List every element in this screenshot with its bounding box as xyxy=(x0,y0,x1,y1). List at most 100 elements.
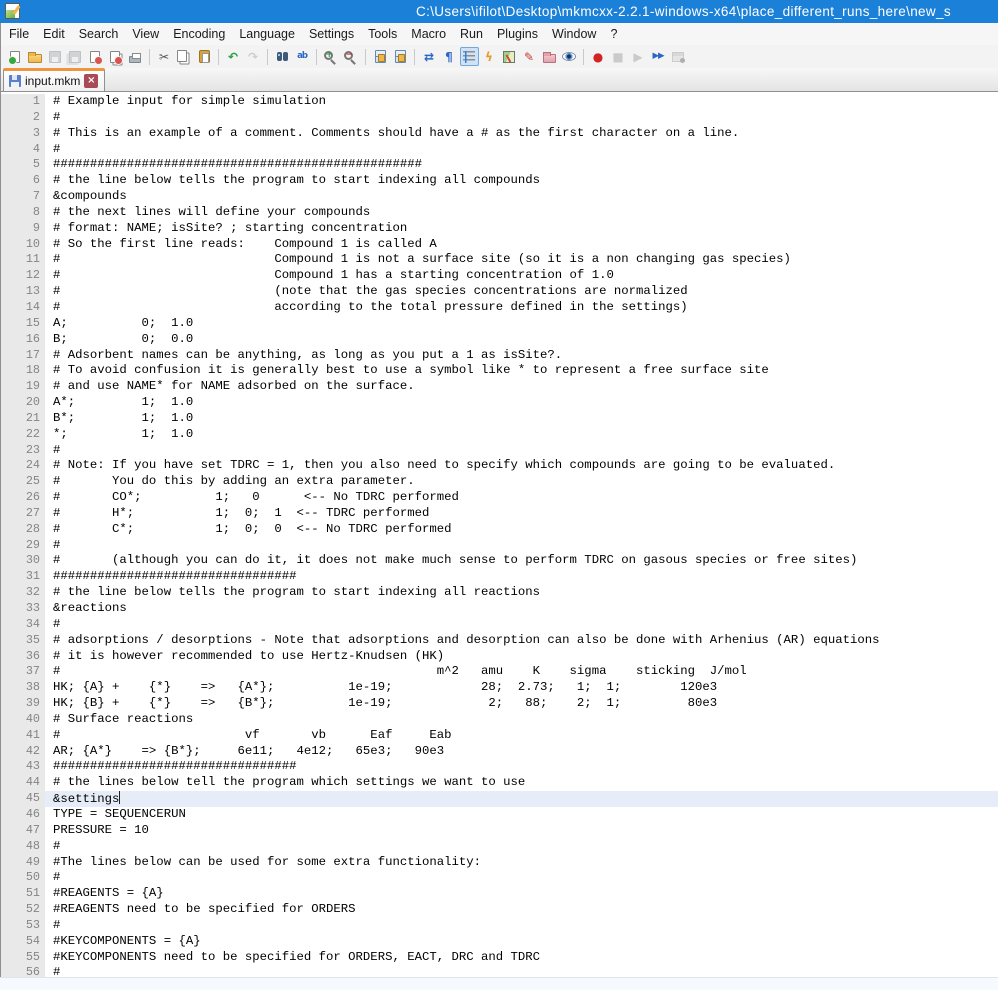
close-all-icon[interactable] xyxy=(106,47,125,66)
code-line[interactable]: # Note: If you have set TDRC = 1, then y… xyxy=(53,458,998,474)
menu-view[interactable]: View xyxy=(125,24,166,44)
line-number[interactable]: 17 xyxy=(1,348,45,364)
zoom-in-icon[interactable] xyxy=(322,47,341,66)
code-line[interactable]: # according to the total pressure define… xyxy=(53,300,998,316)
line-number[interactable]: 51 xyxy=(1,886,45,902)
code-line[interactable]: # So the first line reads: Compound 1 is… xyxy=(53,237,998,253)
code-line[interactable]: # xyxy=(53,870,998,886)
paste-icon[interactable] xyxy=(195,47,214,66)
menu-macro[interactable]: Macro xyxy=(404,24,453,44)
menu-search[interactable]: Search xyxy=(72,24,126,44)
word-wrap-icon[interactable]: ⇄ xyxy=(420,47,439,66)
macro-run-multiple-icon[interactable]: ▶▶ xyxy=(649,47,668,66)
menu-settings[interactable]: Settings xyxy=(302,24,361,44)
code-line[interactable]: # xyxy=(53,443,998,459)
tab-close-icon[interactable]: × xyxy=(84,74,98,88)
line-number[interactable]: 15 xyxy=(1,316,45,332)
line-number[interactable]: 44 xyxy=(1,775,45,791)
line-number[interactable]: 31 xyxy=(1,569,45,585)
line-number[interactable]: 47 xyxy=(1,823,45,839)
line-number[interactable]: 52 xyxy=(1,902,45,918)
line-number[interactable]: 48 xyxy=(1,839,45,855)
line-number[interactable]: 34 xyxy=(1,617,45,633)
line-number[interactable]: 14 xyxy=(1,300,45,316)
line-number[interactable]: 26 xyxy=(1,490,45,506)
code-line[interactable]: # vf vb Eaf Eab xyxy=(53,728,998,744)
edit-pencil-icon[interactable]: ✎ xyxy=(520,47,539,66)
code-line[interactable]: # xyxy=(53,142,998,158)
line-number[interactable]: 28 xyxy=(1,522,45,538)
code-line[interactable]: # and use NAME* for NAME adsorbed on the… xyxy=(53,379,998,395)
close-icon[interactable] xyxy=(86,47,105,66)
horizontal-scrollbar[interactable] xyxy=(0,977,998,990)
code-line[interactable]: A*; 1; 1.0 xyxy=(53,395,998,411)
code-line[interactable]: # the line below tells the program to st… xyxy=(53,173,998,189)
code-line[interactable]: B*; 1; 1.0 xyxy=(53,411,998,427)
find-icon[interactable] xyxy=(273,47,292,66)
code-line[interactable]: #REAGENTS = {A} xyxy=(53,886,998,902)
line-number[interactable]: 11 xyxy=(1,252,45,268)
code-line[interactable]: &compounds xyxy=(53,189,998,205)
function-completion-icon[interactable]: ϟ xyxy=(480,47,499,66)
line-number[interactable]: 3 xyxy=(1,126,45,142)
line-number[interactable]: 7 xyxy=(1,189,45,205)
code-line[interactable]: &reactions xyxy=(53,601,998,617)
code-line[interactable]: # the line below tells the program to st… xyxy=(53,585,998,601)
code-line[interactable]: #REAGENTS need to be specified for ORDER… xyxy=(53,902,998,918)
line-number[interactable]: 29 xyxy=(1,538,45,554)
line-number[interactable]: 4 xyxy=(1,142,45,158)
open-file-icon[interactable] xyxy=(26,47,45,66)
document-map-icon[interactable] xyxy=(500,47,519,66)
code-line[interactable]: HK; {A} + {*} => {A*}; 1e-19; 28; 2.73; … xyxy=(53,680,998,696)
line-number[interactable]: 9 xyxy=(1,221,45,237)
undo-icon[interactable]: ↶ xyxy=(224,47,243,66)
line-number[interactable]: 27 xyxy=(1,506,45,522)
menu-help[interactable]: ? xyxy=(603,24,624,44)
line-number[interactable]: 41 xyxy=(1,728,45,744)
code-line[interactable]: ################################# xyxy=(53,569,998,585)
sync-horizontal-scroll-icon[interactable] xyxy=(391,47,410,66)
code-line[interactable]: #KEYCOMPONENTS need to be specified for … xyxy=(53,950,998,966)
code-line[interactable]: # This is an example of a comment. Comme… xyxy=(53,126,998,142)
menu-file[interactable]: File xyxy=(2,24,36,44)
code-line[interactable]: PRESSURE = 10 xyxy=(53,823,998,839)
menu-language[interactable]: Language xyxy=(232,24,302,44)
new-file-icon[interactable] xyxy=(6,47,25,66)
line-number[interactable]: 50 xyxy=(1,870,45,886)
line-number[interactable]: 35 xyxy=(1,633,45,649)
line-number[interactable]: 54 xyxy=(1,934,45,950)
code-line[interactable]: # To avoid confusion it is generally bes… xyxy=(53,363,998,379)
line-number[interactable]: 10 xyxy=(1,237,45,253)
line-number[interactable]: 46 xyxy=(1,807,45,823)
line-number[interactable]: 16 xyxy=(1,332,45,348)
menu-encoding[interactable]: Encoding xyxy=(166,24,232,44)
show-all-characters-icon[interactable]: ¶ xyxy=(440,47,459,66)
cut-icon[interactable]: ✂ xyxy=(155,47,174,66)
macro-record-icon[interactable]: ● xyxy=(589,47,608,66)
print-icon[interactable] xyxy=(126,47,145,66)
line-number[interactable]: 25 xyxy=(1,474,45,490)
line-number[interactable]: 5 xyxy=(1,157,45,173)
menu-window[interactable]: Window xyxy=(545,24,603,44)
code-line[interactable]: AR; {A*} => {B*}; 6e11; 4e12; 65e3; 90e3 xyxy=(53,744,998,760)
code-line[interactable]: # xyxy=(53,617,998,633)
line-number[interactable]: 38 xyxy=(1,680,45,696)
tab-input-mkm[interactable]: input.mkm × xyxy=(3,68,105,91)
code-line[interactable]: # m^2 amu K sigma sticking J/mol xyxy=(53,664,998,680)
copy-icon[interactable] xyxy=(175,47,194,66)
line-number[interactable]: 39 xyxy=(1,696,45,712)
code-line[interactable]: A; 0; 1.0 xyxy=(53,316,998,332)
line-number[interactable]: 23 xyxy=(1,443,45,459)
line-number[interactable]: 43 xyxy=(1,759,45,775)
line-number[interactable]: 42 xyxy=(1,744,45,760)
code-line[interactable]: #The lines below can be used for some ex… xyxy=(53,855,998,871)
code-line[interactable]: # C*; 1; 0; 0 <-- No TDRC performed xyxy=(53,522,998,538)
menu-run[interactable]: Run xyxy=(453,24,490,44)
code-line[interactable]: # xyxy=(53,839,998,855)
code-line[interactable]: # adsorptions / desorptions - Note that … xyxy=(53,633,998,649)
editor[interactable]: 1# Example input for simple simulation2#… xyxy=(1,92,998,989)
line-number[interactable]: 37 xyxy=(1,664,45,680)
line-number[interactable]: 19 xyxy=(1,379,45,395)
code-line[interactable]: # Example input for simple simulation xyxy=(53,94,998,110)
zoom-out-icon[interactable] xyxy=(342,47,361,66)
